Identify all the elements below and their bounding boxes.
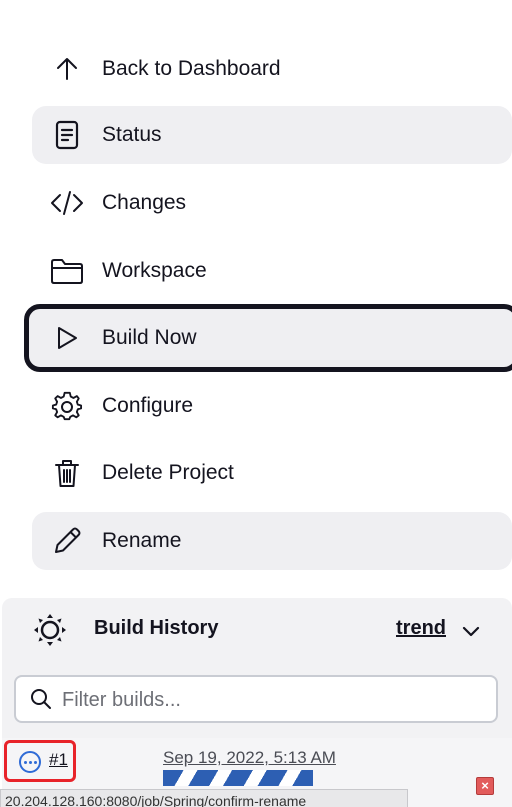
build-number-link[interactable]: #1 (49, 750, 68, 770)
sidebar-item-workspace[interactable]: Workspace (32, 242, 512, 300)
sidebar-item-label: Delete Project (102, 461, 234, 484)
sidebar-item-build-now[interactable]: Build Now (24, 304, 512, 372)
build-history-title: Build History (94, 617, 219, 639)
sidebar-item-configure[interactable]: Configure (32, 377, 512, 435)
sidebar-item-label: Configure (102, 394, 194, 417)
build-history-icon (32, 612, 68, 648)
document-icon (50, 118, 84, 152)
sidebar-item-status[interactable]: Status (32, 106, 512, 164)
sidebar-item-label: Status (102, 123, 162, 146)
cancel-build-icon[interactable]: × (476, 777, 494, 795)
folder-icon (50, 254, 84, 288)
trend-link[interactable]: trend (396, 617, 446, 640)
gear-icon (50, 389, 84, 423)
play-icon (50, 321, 84, 355)
chevron-down-icon[interactable] (459, 619, 483, 643)
sidebar-item-back-to-dashboard[interactable]: Back to Dashboard (32, 40, 512, 98)
code-icon (50, 186, 84, 220)
build-progress-bar (163, 770, 313, 786)
sidebar-item-label: Back to Dashboard (102, 57, 281, 80)
sidebar-item-delete-project[interactable]: Delete Project (32, 444, 512, 502)
search-icon (30, 688, 52, 710)
build-history-header: Build History trend (2, 598, 512, 660)
pencil-icon (50, 524, 84, 558)
sidebar-item-changes[interactable]: Changes (32, 174, 512, 232)
sidebar-item-label: Changes (102, 191, 187, 214)
sidebar-item-label: Build Now (102, 326, 197, 349)
filter-builds-field[interactable] (14, 675, 498, 723)
build-date-link[interactable]: Sep 19, 2022, 5:13 AM (163, 748, 336, 768)
filter-builds-input[interactable] (60, 685, 484, 715)
sidebar-item-label: Rename (102, 529, 182, 552)
build-in-progress-icon (19, 751, 41, 773)
sidebar-item-rename[interactable]: Rename (32, 512, 512, 570)
build-status-highlight[interactable]: #1 (4, 740, 76, 782)
arrow-up-icon (50, 52, 84, 86)
sidebar-item-label: Workspace (102, 259, 207, 282)
link-preview-statusbar: 20.204.128.160:8080/job/Spring/confirm-r… (0, 789, 408, 807)
trash-icon (50, 456, 84, 490)
